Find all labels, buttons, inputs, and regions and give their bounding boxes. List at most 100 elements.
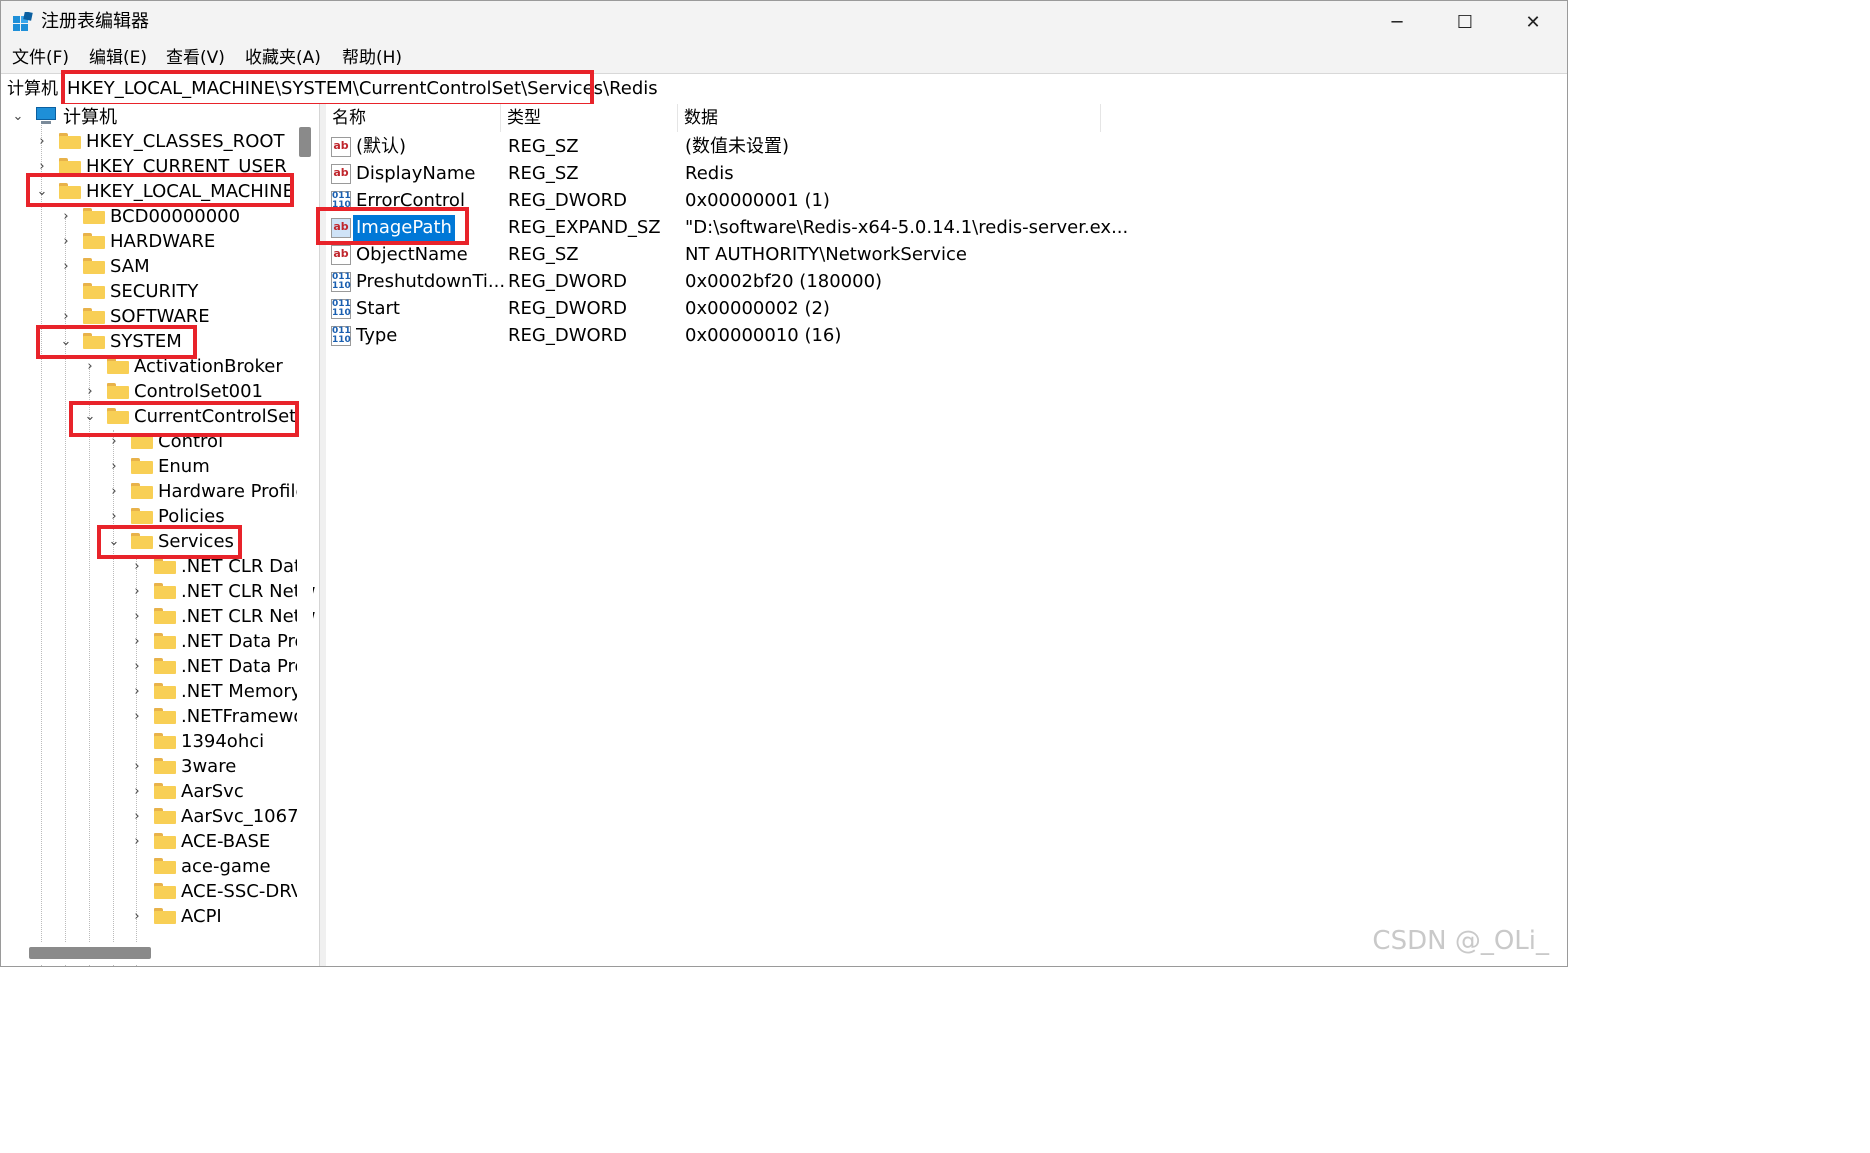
chevron-right-icon[interactable]: › xyxy=(130,584,144,599)
value-data: 0x0002bf20 (180000) xyxy=(685,271,883,292)
chevron-right-icon[interactable]: › xyxy=(130,759,144,774)
value-type: REG_DWORD xyxy=(508,325,628,346)
value-row[interactable]: 011 110 Type REG_DWORD 0x00000010 (16) xyxy=(326,323,1567,349)
close-button[interactable]: ✕ xyxy=(1499,1,1567,43)
tree-node-system[interactable]: ⌄ SYSTEM xyxy=(59,329,182,353)
chevron-right-icon[interactable]: › xyxy=(130,609,144,624)
chevron-right-icon[interactable]: › xyxy=(130,559,144,574)
tree-node-service[interactable]: › AarSvc_1067d xyxy=(130,804,310,828)
tree-node-control[interactable]: › Control xyxy=(107,429,223,453)
tree-node-service[interactable]: › .NET Memory xyxy=(130,679,301,703)
tree-node-sam[interactable]: › SAM xyxy=(59,254,150,278)
chevron-down-icon[interactable]: ⌄ xyxy=(11,109,25,124)
tree-node-hardware[interactable]: › HARDWARE xyxy=(59,229,215,253)
value-row[interactable]: ab DisplayName REG_SZ Redis xyxy=(326,161,1567,187)
value-row[interactable]: 011 110 PreshutdownTi... REG_DWORD 0x0002… xyxy=(326,269,1567,295)
tree-node-service[interactable]: › .NET CLR Data xyxy=(130,554,312,578)
tree-node-service[interactable]: › 3ware xyxy=(130,754,236,778)
folder-icon xyxy=(154,558,176,574)
tree-node-policies[interactable]: › Policies xyxy=(107,504,224,528)
tree-node-hkcr[interactable]: › HKEY_CLASSES_ROOT xyxy=(35,129,284,153)
chevron-right-icon[interactable]: › xyxy=(107,484,121,499)
tree-node-service[interactable]: › ACPI xyxy=(130,904,221,928)
chevron-right-icon[interactable]: › xyxy=(130,909,144,924)
tree-node-computer[interactable]: ⌄ 计算机 xyxy=(11,104,117,128)
value-row[interactable]: ab (默认) REG_SZ (数值未设置) xyxy=(326,134,1567,160)
menu-favorites[interactable]: 收藏夹(A) xyxy=(245,47,321,69)
tree-node-service[interactable]: › .NET Data Pro xyxy=(130,629,305,653)
tree-node-software[interactable]: › SOFTWARE xyxy=(59,304,209,328)
tree-node-hkcu[interactable]: › HKEY_CURRENT_USER xyxy=(35,154,286,178)
chevron-down-icon[interactable]: ⌄ xyxy=(35,184,49,199)
chevron-right-icon[interactable]: › xyxy=(59,209,73,224)
chevron-down-icon[interactable]: ⌄ xyxy=(59,334,73,349)
maximize-icon: ☐ xyxy=(1456,11,1474,33)
tree-node-service[interactable]: 1394ohci xyxy=(130,729,264,753)
menu-file[interactable]: 文件(F) xyxy=(12,47,69,69)
tree-node-service[interactable]: › AarSvc xyxy=(130,779,243,803)
tree-node-enum[interactable]: › Enum xyxy=(107,454,209,478)
chevron-right-icon[interactable]: › xyxy=(83,384,97,399)
tree-node-label: 1394ohci xyxy=(181,730,265,752)
maximize-button[interactable]: ☐ xyxy=(1431,1,1499,43)
minimize-button[interactable]: ─ xyxy=(1363,1,1431,43)
tree-node-services[interactable]: ⌄ Services xyxy=(107,529,234,553)
chevron-right-icon[interactable]: › xyxy=(107,509,121,524)
chevron-right-icon[interactable]: › xyxy=(35,159,49,174)
value-row[interactable]: ab ObjectName REG_SZ NT AUTHORITY\Networ… xyxy=(326,242,1567,268)
chevron-right-icon[interactable]: › xyxy=(35,134,49,149)
tree-node-controlset001[interactable]: › ControlSet001 xyxy=(83,379,263,403)
tree-node-label: HARDWARE xyxy=(110,230,216,252)
chevron-down-icon[interactable]: ⌄ xyxy=(83,409,97,424)
tree-node-service[interactable]: › .NETFramewo xyxy=(130,704,304,728)
tree-node-label: SAM xyxy=(110,255,150,277)
value-row[interactable]: 011 110 ErrorControl REG_DWORD 0x00000001… xyxy=(326,188,1567,214)
chevron-right-icon[interactable]: › xyxy=(130,709,144,724)
tree-node-service[interactable]: ACE-SSC-DRV xyxy=(130,879,303,903)
column-header-data[interactable]: 数据 xyxy=(678,104,1101,132)
value-row[interactable]: 011 110 Start REG_DWORD 0x00000002 (2) xyxy=(326,296,1567,322)
tree-vertical-scrollbar[interactable] xyxy=(297,104,313,942)
chevron-right-icon[interactable]: › xyxy=(130,684,144,699)
tree-node-activationbroker[interactable]: › ActivationBroker xyxy=(83,354,282,378)
chevron-down-icon[interactable]: ⌄ xyxy=(107,534,121,549)
tree-horizontal-scroll-thumb[interactable] xyxy=(29,947,151,959)
tree-node-service[interactable]: › .NET Data Pro xyxy=(130,654,305,678)
tree-node-label: ACE-BASE xyxy=(181,830,271,852)
value-row-selected[interactable]: ab ImagePath REG_EXPAND_SZ "D:\software\… xyxy=(326,215,1567,241)
chevron-right-icon[interactable]: › xyxy=(107,459,121,474)
chevron-right-icon[interactable]: › xyxy=(59,309,73,324)
chevron-right-icon[interactable]: › xyxy=(130,659,144,674)
chevron-right-icon[interactable]: › xyxy=(83,359,97,374)
tree-node-service[interactable]: › .NET CLR Netw xyxy=(130,579,315,603)
address-path[interactable]: HKEY_LOCAL_MACHINE\SYSTEM\CurrentControl… xyxy=(67,77,658,101)
tree-node-currentcontrolset[interactable]: ⌄ CurrentControlSet xyxy=(83,404,297,428)
tree-node-hklm[interactable]: ⌄ HKEY_LOCAL_MACHINE xyxy=(35,179,294,203)
tree-node-service[interactable]: ace-game xyxy=(130,854,271,878)
chevron-right-icon[interactable]: › xyxy=(130,809,144,824)
tree-node-label: CurrentControlSet xyxy=(134,405,297,427)
close-icon: ✕ xyxy=(1525,11,1541,33)
column-header-name[interactable]: 名称 xyxy=(326,104,501,132)
tree-node-label: AarSvc_1067d xyxy=(181,805,310,827)
menu-help[interactable]: 帮助(H) xyxy=(342,47,402,69)
folder-icon xyxy=(83,283,105,299)
chevron-right-icon[interactable]: › xyxy=(107,434,121,449)
menu-edit[interactable]: 编辑(E) xyxy=(89,47,147,69)
chevron-right-icon[interactable]: › xyxy=(59,234,73,249)
tree-node-label: 计算机 xyxy=(63,107,117,128)
folder-icon xyxy=(83,308,105,324)
tree-vertical-scroll-thumb[interactable] xyxy=(299,127,311,157)
tree-node-security[interactable]: SECURITY xyxy=(59,279,198,303)
chevron-right-icon[interactable]: › xyxy=(130,634,144,649)
tree-node-hardware-profiles[interactable]: › Hardware Profile xyxy=(107,479,306,503)
tree-node-service[interactable]: › ACE-BASE xyxy=(130,829,270,853)
address-bar[interactable]: 计算机 HKEY_LOCAL_MACHINE\SYSTEM\CurrentCon… xyxy=(1,73,1567,105)
column-header-type[interactable]: 类型 xyxy=(501,104,678,132)
tree-node-service[interactable]: › .NET CLR Netw xyxy=(130,604,315,628)
tree-node-bcd[interactable]: › BCD00000000 xyxy=(59,204,240,228)
menu-view[interactable]: 查看(V) xyxy=(166,47,225,69)
chevron-right-icon[interactable]: › xyxy=(130,834,144,849)
chevron-right-icon[interactable]: › xyxy=(130,784,144,799)
chevron-right-icon[interactable]: › xyxy=(59,259,73,274)
